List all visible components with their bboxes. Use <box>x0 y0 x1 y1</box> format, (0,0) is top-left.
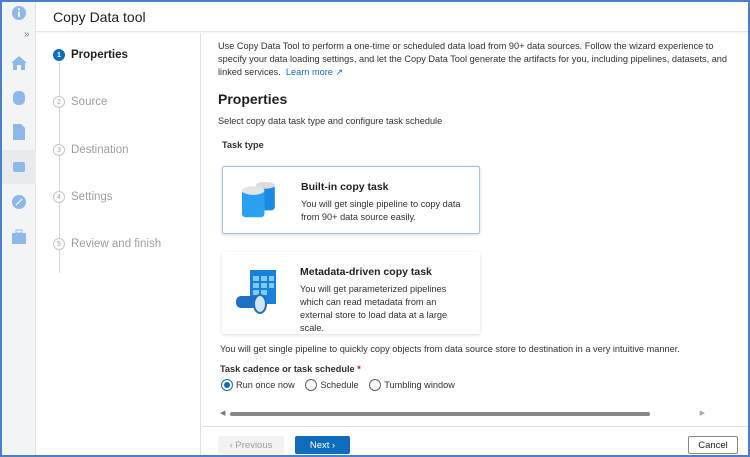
section-subtitle: Select copy data task type and configure… <box>218 116 443 126</box>
metadata-driven-copy-task-card[interactable]: Metadata-driven copy task You will get pa… <box>222 252 480 334</box>
expand-icon[interactable]: » <box>24 29 30 40</box>
scroll-right-icon: ▶ <box>699 410 705 417</box>
cancel-button[interactable]: Cancel <box>688 436 738 454</box>
step-review[interactable]: 5 Review and finish <box>53 238 161 250</box>
radio-tumbling-window[interactable]: Tumbling window <box>369 379 455 391</box>
wizard-steps: 1 Properties 2 Source 3 Destination 4 Settin… <box>36 33 201 455</box>
page-title: Copy Data tool <box>53 9 146 25</box>
task-note: You will get single pipeline to quickly … <box>220 344 680 354</box>
previous-button[interactable]: ‹ Previous <box>218 436 284 454</box>
monitor-icon[interactable] <box>10 193 28 211</box>
step-properties[interactable]: 1 Properties <box>53 49 128 61</box>
step-number: 5 <box>53 238 65 250</box>
step-label: Source <box>71 96 108 108</box>
step-label: Settings <box>71 191 113 203</box>
card-description: You will get parameterized pipelines whi… <box>300 284 448 333</box>
external-link-icon: ↗ <box>335 67 344 77</box>
radio-run-once[interactable]: Run once now <box>221 379 295 391</box>
next-button[interactable]: Next › <box>295 436 350 454</box>
main-content: Use Copy Data Tool to perform a one-time… <box>218 40 740 152</box>
required-marker: * <box>357 364 361 374</box>
step-number: 1 <box>53 49 65 61</box>
learn-more-link[interactable]: Learn more ↗ <box>286 67 343 77</box>
radio-schedule[interactable]: Schedule <box>305 379 359 391</box>
built-in-copy-task-card[interactable]: Built-in copy task You will get single pi… <box>222 166 480 234</box>
scrollbar-thumb[interactable] <box>230 412 650 416</box>
step-number: 3 <box>53 144 65 156</box>
step-source[interactable]: 2 Source <box>53 96 107 108</box>
card-title: Built-in copy task <box>301 181 389 193</box>
info-icon[interactable] <box>10 4 28 22</box>
header: Copy Data tool <box>36 2 748 32</box>
card-title: Metadata-driven copy task <box>300 266 432 278</box>
database-icon <box>242 181 275 218</box>
scroll-left-icon: ◀ <box>220 410 226 417</box>
footer: ‹ Previous Next › Cancel <box>202 426 748 455</box>
left-rail: » <box>2 2 36 455</box>
metadata-table-icon <box>236 270 276 314</box>
step-label: Destination <box>71 144 129 156</box>
step-label: Properties <box>71 49 128 61</box>
step-label: Review and finish <box>71 238 162 250</box>
horizontal-scrollbar[interactable]: ◀ ▶ <box>218 409 713 419</box>
step-settings[interactable]: 4 Settings <box>53 191 113 203</box>
step-number: 4 <box>53 191 65 203</box>
task-type-label: Task type <box>222 140 264 150</box>
step-destination[interactable]: 3 Destination <box>53 144 129 156</box>
cadence-radio-group: Run once now Schedule Tumbling window <box>221 379 463 393</box>
step-number: 2 <box>53 96 65 108</box>
pipeline-icon[interactable] <box>10 158 28 176</box>
section-title: Properties <box>218 91 288 107</box>
database-icon[interactable] <box>10 89 28 107</box>
home-icon[interactable] <box>10 54 28 72</box>
card-description: You will get single pipeline to copy dat… <box>301 199 461 222</box>
toolbox-icon[interactable] <box>10 228 28 246</box>
document-icon[interactable] <box>10 123 28 141</box>
cadence-label: Task cadence or task schedule * <box>220 364 361 374</box>
